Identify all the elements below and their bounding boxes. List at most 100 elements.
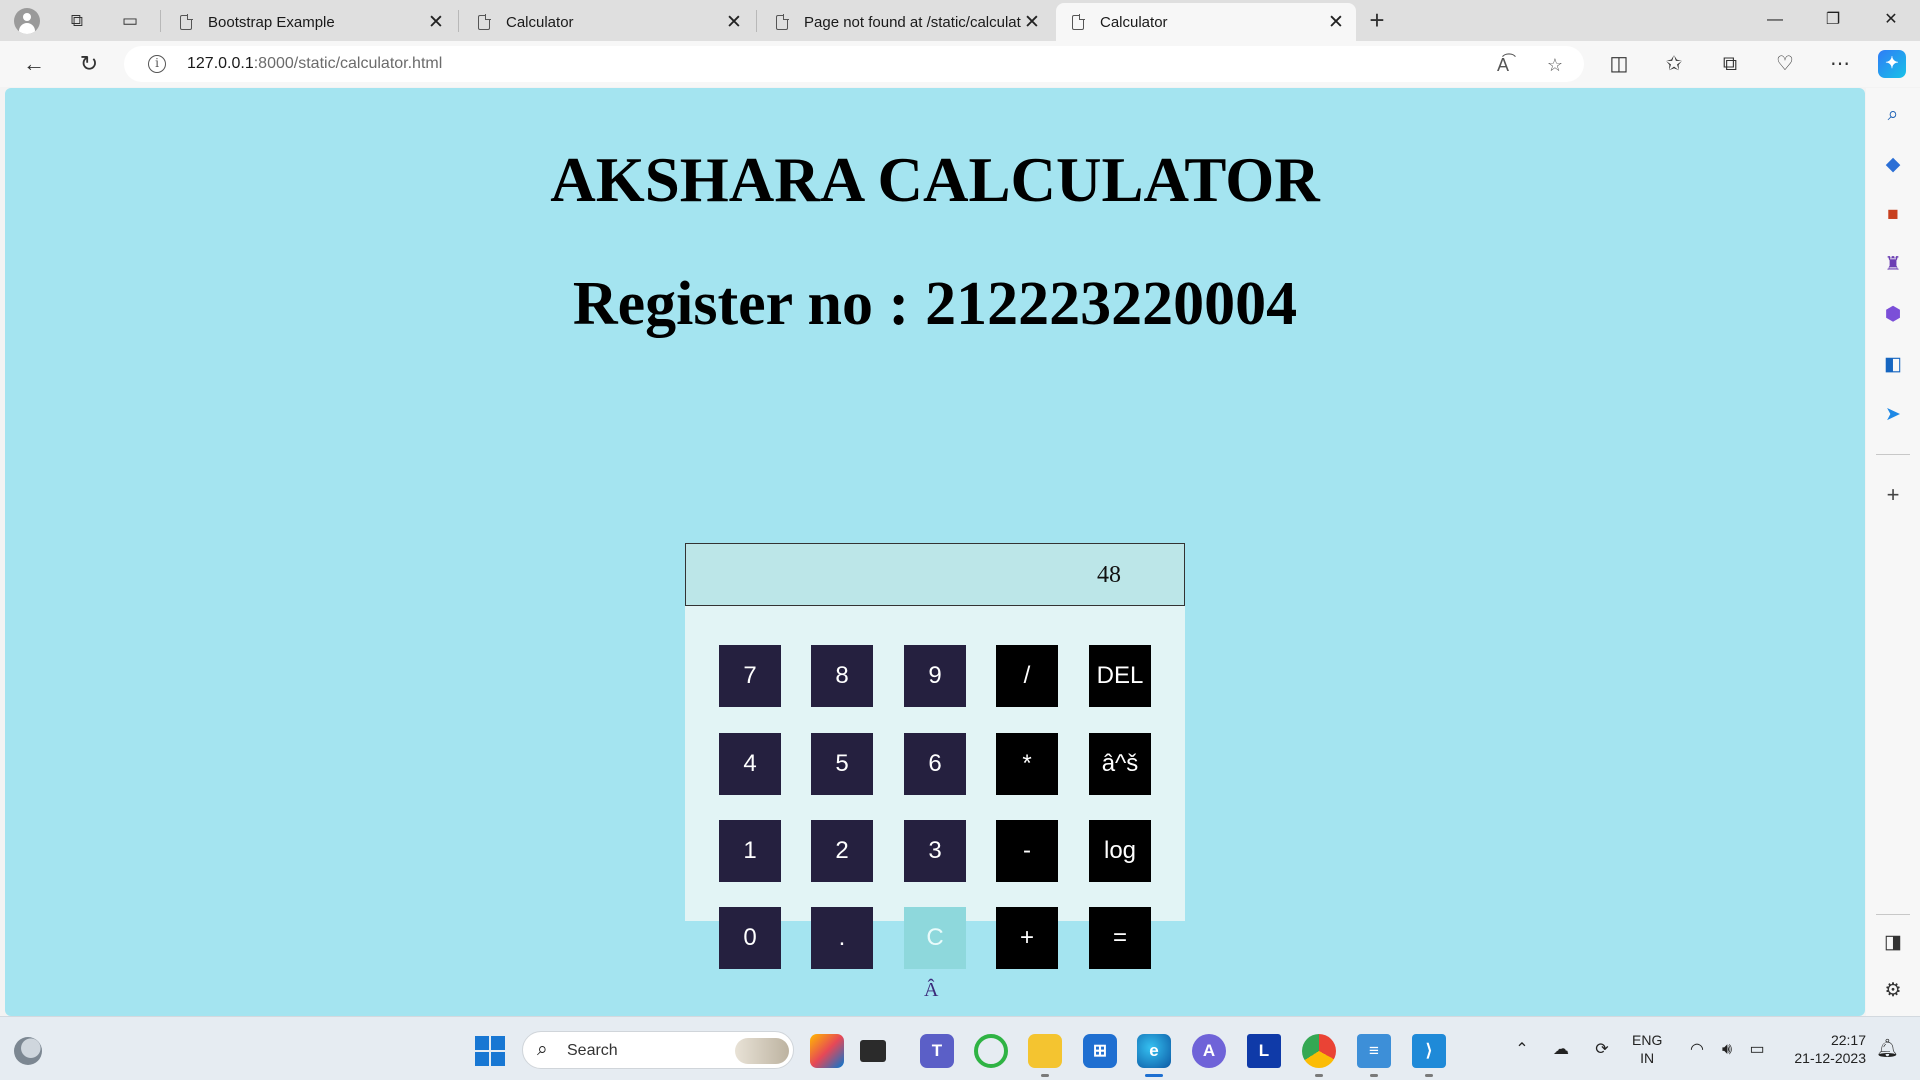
- file-explorer-icon[interactable]: [1028, 1034, 1062, 1068]
- tab-title: Calculator: [1100, 13, 1168, 31]
- onedrive-icon[interactable]: ☁: [1549, 1038, 1573, 1062]
- microsoft-365-icon[interactable]: ⬢: [1880, 302, 1906, 328]
- taskbar-search[interactable]: ⌕ Search: [522, 1031, 794, 1069]
- split-screen-icon[interactable]: ◫: [1603, 48, 1635, 80]
- url-text[interactable]: 127.0.0.1:8000/static/calculator.html: [187, 55, 442, 73]
- windows-start-icon[interactable]: [475, 1036, 505, 1066]
- system-clock[interactable]: 22:17 21-12-2023: [1780, 1031, 1866, 1067]
- calculator-display[interactable]: 48: [685, 543, 1185, 606]
- tab-title: Page not found at /static/calculat: [804, 13, 1021, 31]
- hide-sidebar-icon[interactable]: ◨: [1880, 930, 1906, 956]
- tools-icon[interactable]: ■: [1880, 202, 1906, 228]
- edge-sidebar: ⌕ ◆ ■ ♜ ⬢ ◧ ➤ + ◨ ⚙: [1866, 88, 1920, 1016]
- key-divide[interactable]: /: [996, 645, 1058, 707]
- microsoft-store-icon[interactable]: ⊞: [1083, 1034, 1117, 1068]
- key-delete[interactable]: DEL: [1089, 645, 1151, 707]
- volume-icon[interactable]: 🔊︎: [1715, 1038, 1739, 1062]
- stray-character: Â: [924, 979, 939, 1001]
- key-equals[interactable]: =: [1089, 907, 1151, 969]
- task-view-icon[interactable]: [860, 1040, 886, 1062]
- sync-icon[interactable]: ⟳: [1590, 1038, 1614, 1062]
- workspaces-icon[interactable]: ⧉: [62, 6, 92, 36]
- tab-title: Calculator: [506, 13, 574, 31]
- key-7[interactable]: 7: [719, 645, 781, 707]
- weather-icon[interactable]: [14, 1037, 42, 1065]
- tab-separator: [756, 10, 757, 32]
- tab-close-icon[interactable]: ✕: [724, 11, 744, 34]
- key-2[interactable]: 2: [811, 820, 873, 882]
- notification-bell-icon[interactable]: 🔔︎: [1876, 1038, 1899, 1059]
- site-info-icon[interactable]: i: [148, 55, 166, 73]
- chrome-icon[interactable]: [1302, 1034, 1336, 1068]
- browser-toolbar: ← ↻ i 127.0.0.1:8000/static/calculator.h…: [0, 41, 1920, 87]
- tab-close-icon[interactable]: ✕: [426, 11, 446, 34]
- tab-title: Bootstrap Example: [208, 13, 335, 31]
- key-0[interactable]: 0: [719, 907, 781, 969]
- key-9[interactable]: 9: [904, 645, 966, 707]
- edge-browser-icon[interactable]: e: [1137, 1034, 1171, 1068]
- browser-titlebar: ⧉ ▭ Bootstrap Example ✕ Calculator ✕ Pag…: [0, 0, 1920, 41]
- register-number-heading: Register no :212223220004: [5, 269, 1865, 340]
- key-log[interactable]: log: [1089, 820, 1151, 882]
- key-6[interactable]: 6: [904, 733, 966, 795]
- tab-page-not-found[interactable]: Page not found at /static/calculat ✕: [760, 3, 1052, 41]
- tab-close-icon[interactable]: ✕: [1022, 11, 1042, 34]
- more-menu-icon[interactable]: ⋯: [1824, 48, 1856, 80]
- address-bar[interactable]: i 127.0.0.1:8000/static/calculator.html …: [124, 46, 1584, 82]
- refresh-app-icon[interactable]: [974, 1034, 1008, 1068]
- key-8[interactable]: 8: [811, 645, 873, 707]
- key-clear[interactable]: C: [904, 907, 966, 969]
- tab-bootstrap-example[interactable]: Bootstrap Example ✕: [164, 3, 456, 41]
- tab-actions-icon[interactable]: ▭: [115, 6, 145, 36]
- key-decimal[interactable]: .: [811, 907, 873, 969]
- battery-icon[interactable]: ▭: [1745, 1038, 1769, 1062]
- outlook-icon[interactable]: ◧: [1880, 352, 1906, 378]
- copilot-icon[interactable]: ✦: [1878, 50, 1906, 78]
- register-number: 212223220004: [925, 270, 1298, 338]
- page-icon: [180, 13, 193, 30]
- key-3[interactable]: 3: [904, 820, 966, 882]
- search-icon[interactable]: ⌕: [1880, 102, 1906, 128]
- wifi-icon[interactable]: ◠: [1685, 1038, 1709, 1062]
- teams-icon[interactable]: T: [920, 1034, 954, 1068]
- add-sidebar-app-icon[interactable]: +: [1880, 482, 1906, 508]
- key-add[interactable]: +: [996, 907, 1058, 969]
- sidebar-settings-icon[interactable]: ⚙: [1880, 978, 1906, 1004]
- profile-icon[interactable]: [12, 6, 42, 36]
- tab-close-icon[interactable]: ✕: [1326, 11, 1346, 34]
- input-language[interactable]: ENG IN: [1632, 1031, 1662, 1067]
- drop-icon[interactable]: ➤: [1880, 402, 1906, 428]
- new-tab-button[interactable]: +: [1362, 6, 1392, 36]
- tab-calculator[interactable]: Calculator ✕: [462, 3, 754, 41]
- vscode-icon[interactable]: ⟩: [1412, 1034, 1446, 1068]
- show-hidden-icons-icon[interactable]: ⌃: [1510, 1038, 1534, 1062]
- key-multiply[interactable]: *: [996, 733, 1058, 795]
- notepad-icon[interactable]: ≡: [1357, 1034, 1391, 1068]
- games-icon[interactable]: ♜: [1880, 252, 1906, 278]
- web-page: AKSHARA CALCULATOR Register no :21222322…: [5, 88, 1865, 1016]
- l-app-icon[interactable]: L: [1247, 1034, 1281, 1068]
- tab-calculator-active[interactable]: Calculator ✕: [1056, 3, 1356, 41]
- collections-icon[interactable]: ⧉: [1714, 48, 1746, 80]
- refresh-button[interactable]: ↻: [73, 48, 105, 80]
- key-square-root[interactable]: â^š: [1089, 733, 1151, 795]
- key-4[interactable]: 4: [719, 733, 781, 795]
- page-icon: [1072, 13, 1085, 30]
- back-button[interactable]: ←: [18, 48, 50, 80]
- favorites-icon[interactable]: ✩: [1658, 48, 1690, 80]
- key-subtract[interactable]: -: [996, 820, 1058, 882]
- register-label: Register no :: [572, 270, 910, 338]
- language-code: ENG: [1632, 1032, 1663, 1048]
- key-5[interactable]: 5: [811, 733, 873, 795]
- copilot-app-icon[interactable]: [810, 1034, 844, 1068]
- arc-app-icon[interactable]: A: [1192, 1034, 1226, 1068]
- key-1[interactable]: 1: [719, 820, 781, 882]
- browser-essentials-icon[interactable]: ♡: [1769, 48, 1801, 80]
- shopping-icon[interactable]: ◆: [1880, 152, 1906, 178]
- close-window-button[interactable]: ✕: [1868, 4, 1914, 36]
- favorite-star-icon[interactable]: ☆: [1542, 52, 1568, 78]
- restore-button[interactable]: ❐: [1810, 4, 1856, 36]
- read-aloud-icon[interactable]: A͡: [1490, 52, 1516, 78]
- running-indicator: [1425, 1074, 1433, 1077]
- minimize-button[interactable]: —: [1752, 4, 1798, 36]
